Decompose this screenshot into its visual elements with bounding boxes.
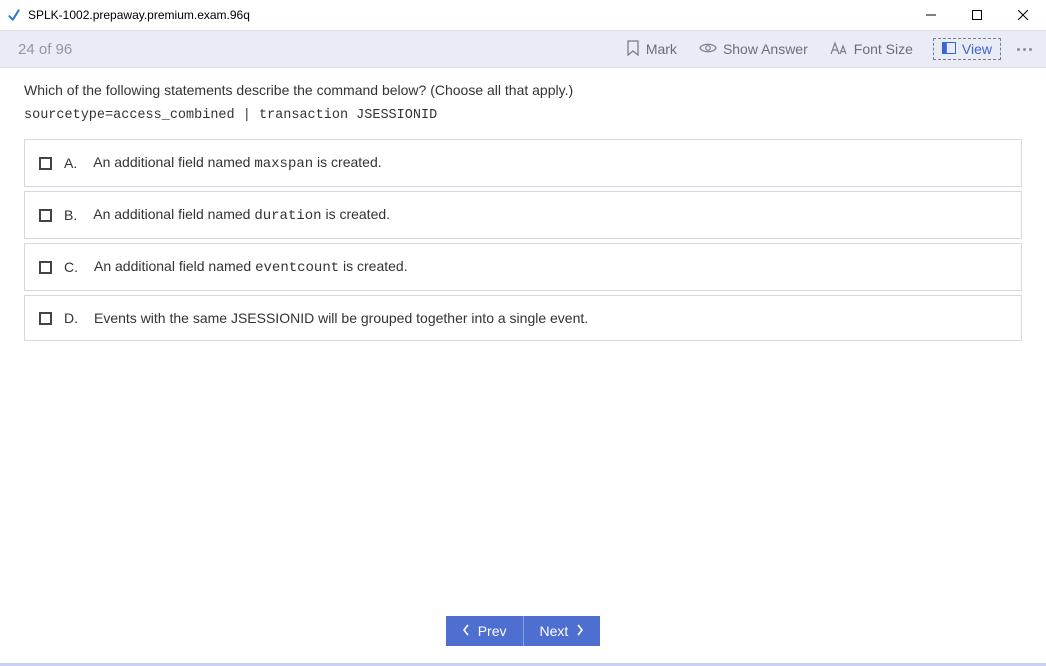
app-icon (6, 7, 22, 23)
prev-button[interactable]: Prev (446, 616, 524, 646)
option-letter: D. (64, 310, 78, 326)
bookmark-icon (626, 40, 640, 59)
view-layout-icon (942, 41, 956, 57)
option-d[interactable]: D. Events with the same JSESSIONID will … (24, 295, 1022, 341)
option-a[interactable]: A. An additional field named maxspan is … (24, 139, 1022, 187)
font-size-icon (830, 41, 848, 58)
checkbox-icon[interactable] (39, 312, 52, 325)
mark-label: Mark (646, 41, 677, 57)
checkbox-icon[interactable] (39, 209, 52, 222)
option-b[interactable]: B. An additional field named duration is… (24, 191, 1022, 239)
eye-icon (699, 41, 717, 57)
option-letter: C. (64, 259, 78, 275)
toolbar: 24 of 96 Mark Show Answer Font Size View (0, 30, 1046, 68)
option-text: An additional field named maxspan is cre… (93, 154, 381, 172)
question-prompt: Which of the following statements descri… (24, 82, 1022, 98)
more-button[interactable] (1017, 48, 1032, 51)
option-c[interactable]: C. An additional field named eventcount … (24, 243, 1022, 291)
close-button[interactable] (1000, 0, 1046, 30)
next-button[interactable]: Next (524, 616, 601, 646)
question-panel: Which of the following statements descri… (0, 68, 1046, 341)
font-size-label: Font Size (854, 41, 913, 57)
option-text: An additional field named eventcount is … (94, 258, 408, 276)
option-text: Events with the same JSESSIONID will be … (94, 310, 588, 326)
chevron-left-icon (462, 623, 470, 639)
checkbox-icon[interactable] (39, 157, 52, 170)
mark-button[interactable]: Mark (626, 40, 677, 59)
chevron-right-icon (576, 623, 584, 639)
minimize-button[interactable] (908, 0, 954, 30)
question-counter: 24 of 96 (18, 41, 72, 58)
option-letter: A. (64, 155, 77, 171)
window-title: SPLK-1002.prepaway.premium.exam.96q (28, 8, 908, 22)
maximize-button[interactable] (954, 0, 1000, 30)
font-size-button[interactable]: Font Size (830, 41, 913, 58)
options-list: A. An additional field named maxspan is … (24, 139, 1022, 341)
option-letter: B. (64, 207, 77, 223)
show-answer-button[interactable]: Show Answer (699, 41, 808, 57)
next-label: Next (540, 623, 569, 639)
bottom-nav: Prev Next (0, 616, 1046, 646)
show-answer-label: Show Answer (723, 41, 808, 57)
window-titlebar: SPLK-1002.prepaway.premium.exam.96q (0, 0, 1046, 30)
option-text: An additional field named duration is cr… (93, 206, 390, 224)
view-label: View (962, 41, 992, 57)
checkbox-icon[interactable] (39, 261, 52, 274)
question-code: sourcetype=access_combined | transaction… (24, 108, 1022, 123)
window-controls (908, 0, 1046, 30)
prev-label: Prev (478, 623, 507, 639)
view-button[interactable]: View (933, 38, 1001, 60)
